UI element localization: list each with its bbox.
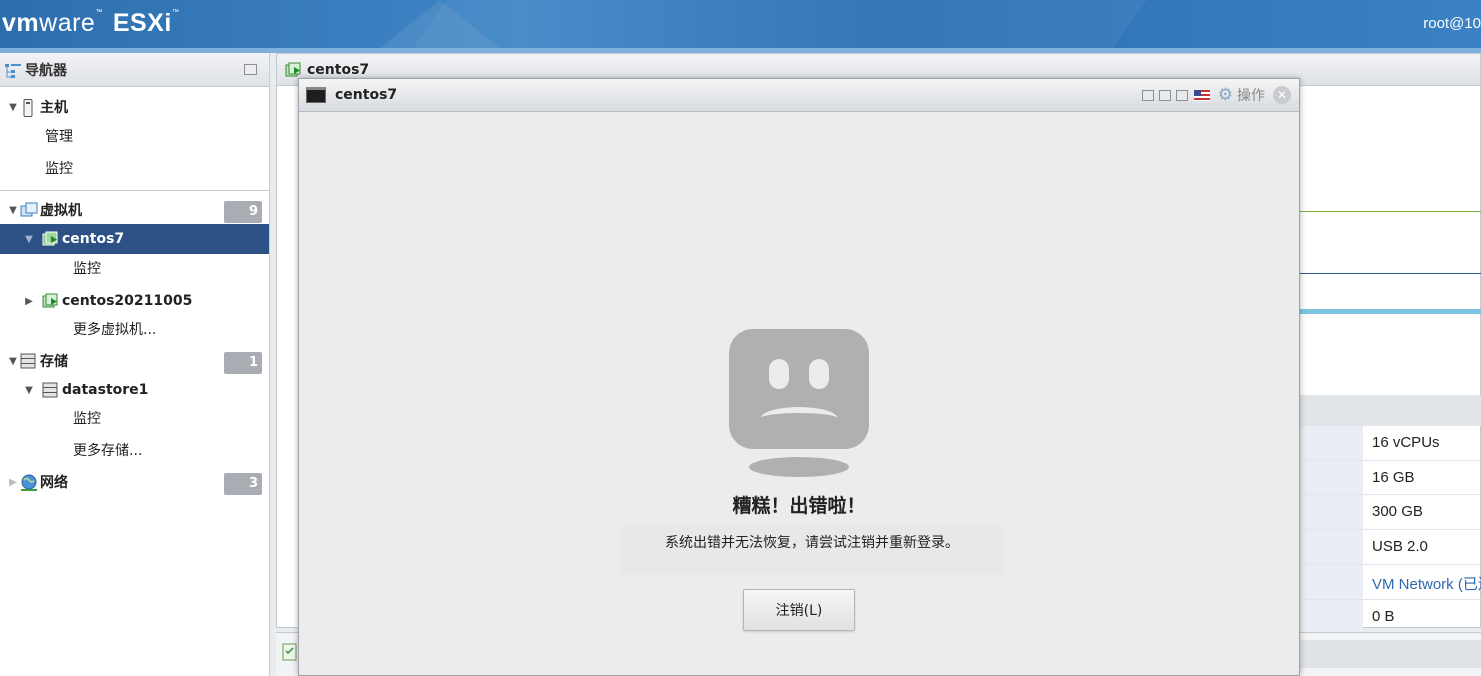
navigator-header: 导航器 [0, 53, 269, 87]
vm-detail-title: centos7 [307, 61, 370, 78]
spec-value: USB 2.0 [1372, 538, 1428, 555]
tree-item-datastore1[interactable]: ▼ datastore1 [0, 375, 269, 405]
error-title: 糟糕！出错啦！ [732, 495, 866, 517]
chevron-down-icon[interactable]: ▼ [22, 385, 36, 396]
vm-running-icon [42, 231, 58, 247]
spec-row: 300 GB [1300, 494, 1481, 529]
top-header-bar: vmware™ ESXi™ root@10 [0, 0, 1481, 48]
sad-face-icon [729, 329, 869, 449]
spec-value: 0 B [1372, 608, 1395, 625]
close-icon[interactable]: ✕ [1273, 86, 1291, 104]
tree-item-label: 更多虚拟机... [73, 322, 157, 338]
tree-item-label: 存储 [40, 354, 68, 370]
chevron-down-icon[interactable]: ▼ [6, 102, 20, 113]
vmware-esxi-logo[interactable]: vmware™ ESXi™ [2, 9, 179, 38]
tasks-icon [282, 643, 298, 661]
chart-line [1300, 309, 1481, 314]
vm-group-icon [20, 202, 38, 218]
tree-item-vms[interactable]: ▼ 虚拟机 9 [0, 195, 269, 225]
spec-row: 16 vCPUs [1300, 425, 1481, 460]
tree-item-storage[interactable]: ▼ 存储 1 [0, 346, 269, 376]
spec-value: 16 vCPUs [1372, 434, 1440, 451]
network-link[interactable]: VM Network (已连 [1372, 573, 1481, 594]
spec-key-cell [1300, 530, 1363, 564]
console-terminal-icon [306, 87, 326, 103]
tree-item-more-vms[interactable]: 更多虚拟机... [0, 314, 269, 344]
spec-key-cell [1300, 461, 1363, 495]
datastore-icon [42, 382, 58, 398]
recent-tasks-header [1300, 640, 1481, 668]
navigator-title: 导航器 [25, 62, 67, 79]
console-title: centos7 [335, 87, 398, 103]
network-count-badge: 3 [224, 473, 262, 495]
specs-header [1300, 395, 1481, 425]
navigator-collapse-button[interactable] [244, 64, 257, 75]
tree-item-label: 虚拟机 [40, 203, 82, 219]
tree-item-vm-centos7-monitor[interactable]: 监控 [0, 253, 269, 283]
keyboard-language-flag-icon[interactable] [1193, 89, 1210, 101]
spec-key-cell [1300, 600, 1363, 634]
tree-item-label: 监控 [73, 261, 101, 277]
spec-key-cell [1300, 426, 1363, 460]
tree-item-more-storage[interactable]: 更多存储... [0, 435, 269, 465]
chart-line [1300, 273, 1481, 274]
storage-count-badge: 1 [224, 352, 262, 374]
spec-value: 16 GB [1372, 469, 1415, 486]
spec-row: VM Network (已连 [1300, 564, 1481, 599]
logo-vm-text: vm [2, 9, 40, 37]
spec-row: 0 B [1300, 599, 1481, 634]
vm-count-badge: 9 [224, 201, 262, 223]
logout-button[interactable]: 注销(L) [743, 589, 855, 631]
logo-ware-text: ware [39, 9, 96, 37]
error-message: 系统出错并无法恢复，请尝试注销并重新登录。 [621, 526, 1003, 574]
gear-icon[interactable]: ⚙ [1218, 86, 1233, 104]
tree-item-label: datastore1 [62, 382, 149, 398]
navigator-tree-icon [4, 62, 21, 78]
tree-item-vm-centos7[interactable]: ▼ centos7 [0, 224, 269, 254]
chart-line [1300, 211, 1481, 212]
spec-key-cell [1300, 495, 1363, 529]
maximize-window-icon[interactable] [1175, 89, 1188, 101]
minimize-window-icon[interactable] [1141, 89, 1154, 101]
header-decoration [413, 0, 1147, 48]
sad-face-base [749, 457, 849, 477]
tree-item-label: 更多存储... [73, 443, 143, 459]
network-globe-icon [20, 474, 37, 491]
spec-value: 300 GB [1372, 503, 1423, 520]
console-actions-button[interactable]: 操作 [1237, 85, 1265, 105]
console-toolbar: ⚙ 操作 ✕ [1137, 85, 1291, 105]
spec-row: 16 GB [1300, 460, 1481, 495]
storage-icon [20, 353, 36, 369]
tree-item-host-monitor[interactable]: 监控 [0, 153, 269, 183]
tree-item-host[interactable]: ▼ 主机 [0, 92, 269, 122]
chevron-down-icon[interactable]: ▼ [6, 205, 20, 216]
vm-running-icon [285, 62, 301, 78]
navigator-panel: 导航器 ▼ 主机 管理 监控 ▼ 虚拟机 9 ▼ centos7 监控 ▶ ce… [0, 53, 270, 676]
tree-item-datastore1-monitor[interactable]: 监控 [0, 403, 269, 433]
nav-divider [0, 190, 269, 191]
host-server-icon [20, 99, 36, 117]
tree-item-network[interactable]: ▶ 网络 3 [0, 467, 269, 497]
tree-item-vm-centos20211005[interactable]: ▶ centos20211005 [0, 286, 269, 316]
tree-item-label: 监控 [45, 161, 73, 177]
tree-item-label: 主机 [40, 100, 68, 116]
chevron-down-icon[interactable]: ▼ [22, 234, 36, 245]
chevron-right-icon[interactable]: ▶ [22, 296, 36, 307]
chevron-down-icon[interactable]: ▼ [6, 356, 20, 367]
console-titlebar: centos7 ⚙ 操作 ✕ [299, 79, 1299, 112]
tree-item-host-manage[interactable]: 管理 [0, 121, 269, 151]
tree-item-label: centos20211005 [62, 293, 193, 309]
chevron-right-icon[interactable]: ▶ [6, 477, 20, 488]
vm-console-dialog: centos7 ⚙ 操作 ✕ 糟糕！出错啦！ 系统出错并无法恢复，请尝试注销并重… [298, 78, 1300, 676]
vm-running-icon [42, 293, 58, 309]
spec-row: USB 2.0 [1300, 529, 1481, 564]
tree-item-label: centos7 [62, 231, 125, 247]
user-menu[interactable]: root@10 [1423, 15, 1481, 32]
tree-item-label: 监控 [73, 411, 101, 427]
tree-item-label: 管理 [45, 129, 73, 145]
tree-item-label: 网络 [40, 475, 68, 491]
restore-window-icon[interactable] [1158, 89, 1171, 101]
spec-key-cell [1300, 565, 1363, 599]
logo-product-text: ESXi [112, 9, 172, 37]
